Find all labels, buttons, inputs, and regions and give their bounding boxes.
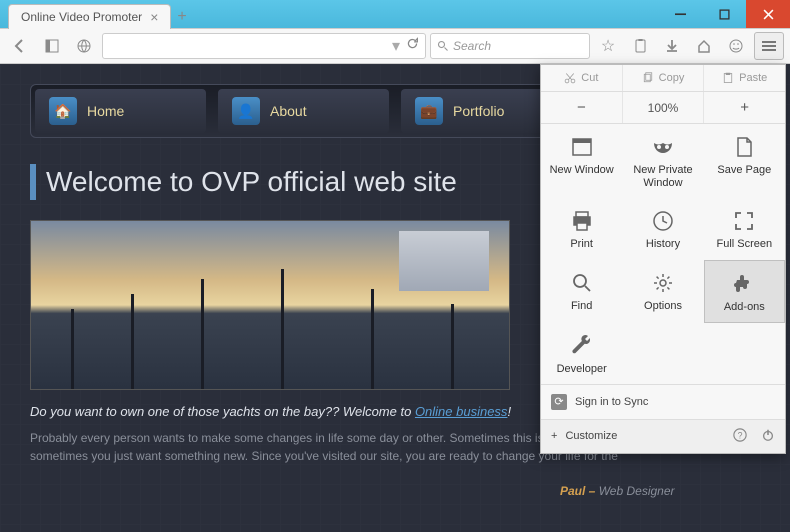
close-button[interactable] [746,0,790,28]
save-page-button[interactable]: Save Page [704,124,785,198]
plus-icon: + [551,430,557,442]
customize-button[interactable]: + Customize [551,430,617,442]
mask-icon [650,134,676,160]
options-button[interactable]: Options [622,260,703,323]
browser-toolbar: ▾ Search ☆ [0,28,790,64]
nav-home[interactable]: 🏠Home [35,89,206,133]
downloads-icon[interactable] [658,32,686,60]
briefcase-icon: 💼 [415,97,443,125]
caption-link[interactable]: Online business [415,404,508,419]
zoom-in-button[interactable]: + [704,92,785,123]
app-menu-panel: Cut Copy Paste − 100% + New Window New P… [540,64,786,454]
help-icon[interactable]: ? [733,428,747,445]
wrench-icon [569,333,595,359]
tab-strip: Online Video Promoter × + [8,4,187,29]
signature: Paul – Web Designer [560,484,675,498]
svg-text:?: ? [738,430,743,440]
cut-button[interactable]: Cut [541,65,623,91]
home-icon[interactable] [690,32,718,60]
url-bar[interactable]: ▾ [102,33,426,59]
hero-image [30,220,510,390]
paste-button[interactable]: Paste [704,65,785,91]
window-icon [569,134,595,160]
back-button[interactable] [6,32,34,60]
sync-icon: ⟳ [551,394,567,410]
maximize-button[interactable] [702,0,746,28]
find-icon [569,270,595,296]
puzzle-icon [731,271,757,297]
globe-icon[interactable] [70,32,98,60]
zoom-out-button[interactable]: − [541,92,623,123]
new-private-window-button[interactable]: New Private Window [622,124,703,198]
clock-icon [650,208,676,234]
clipboard-icon[interactable] [626,32,654,60]
copy-button[interactable]: Copy [623,65,705,91]
full-screen-button[interactable]: Full Screen [704,198,785,259]
new-window-button[interactable]: New Window [541,124,622,198]
hamburger-menu-button[interactable] [754,32,784,60]
print-button[interactable]: Print [541,198,622,259]
tab-close-icon[interactable]: × [150,9,158,25]
search-icon [437,40,449,52]
bookmark-icon[interactable]: ☆ [594,32,622,60]
fullscreen-icon [731,208,757,234]
minimize-button[interactable] [658,0,702,28]
power-icon[interactable] [761,428,775,445]
nav-about[interactable]: 👤About [218,89,389,133]
tab-title: Online Video Promoter [21,10,142,24]
gear-icon [650,270,676,296]
find-button[interactable]: Find [541,260,622,323]
search-placeholder: Search [453,39,491,53]
addons-button[interactable]: Add-ons [704,260,785,323]
heading-text: Welcome to OVP official web site [46,166,457,198]
history-button[interactable]: History [622,198,703,259]
page-icon [731,134,757,160]
heading-bar [30,164,36,200]
home-nav-icon: 🏠 [49,97,77,125]
new-tab-button[interactable]: + [177,8,186,26]
print-icon [569,208,595,234]
person-icon: 👤 [232,97,260,125]
sign-in-row[interactable]: ⟳ Sign in to Sync [541,384,785,419]
smiley-icon[interactable] [722,32,750,60]
dropdown-icon[interactable]: ▾ [392,36,400,56]
sidebar-button[interactable] [38,32,66,60]
zoom-level[interactable]: 100% [623,92,705,123]
developer-button[interactable]: Developer [541,323,622,384]
search-bar[interactable]: Search [430,33,590,59]
reload-icon[interactable] [406,37,419,55]
browser-tab[interactable]: Online Video Promoter × [8,4,171,29]
